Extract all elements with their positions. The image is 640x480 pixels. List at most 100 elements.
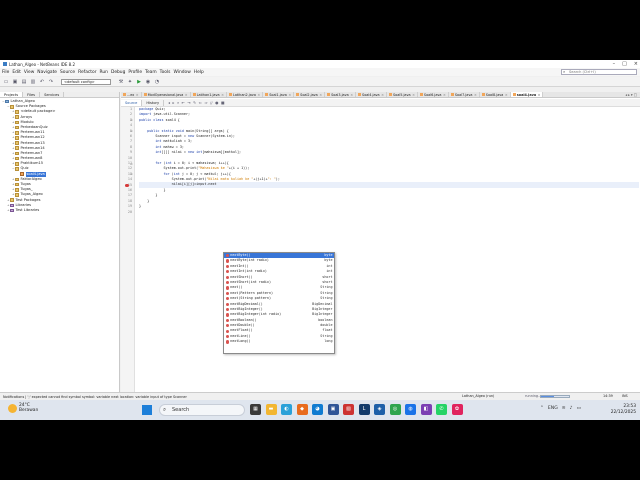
comment-icon[interactable]: // <box>210 100 213 105</box>
completion-item[interactable]: nextLong() long <box>224 339 334 344</box>
find-icon[interactable]: ⌕ <box>177 100 179 105</box>
close-tab-icon[interactable]: × <box>381 92 384 98</box>
prev-occurrence-icon[interactable]: ⇤ <box>182 100 185 105</box>
weather-widget[interactable]: 24°C Berawan <box>8 403 38 413</box>
new-project-icon[interactable]: ▣ <box>12 79 18 85</box>
office-icon[interactable]: ◆ <box>296 404 308 415</box>
menu-profile[interactable]: Profile <box>128 70 142 75</box>
close-tab-icon[interactable]: × <box>505 92 508 98</box>
editor-tab[interactable]: Soal6.java × <box>418 92 449 97</box>
code-completion-popup[interactable]: nextByte() byte nextByte(int radix) byte nex… <box>223 252 335 354</box>
close-tab-icon[interactable]: × <box>319 92 322 98</box>
panel-tab-projects[interactable]: Projects <box>0 92 24 97</box>
close-tab-icon[interactable]: × <box>538 92 541 98</box>
editor-tab[interactable]: Soal7.java × <box>449 92 480 97</box>
editor-tab[interactable]: Soal3.java × <box>325 92 357 98</box>
chrome-icon[interactable]: ◎ <box>389 404 401 415</box>
tree-item[interactable]: + Test Libraries <box>0 208 119 213</box>
pink-app-icon[interactable]: ✿ <box>451 404 463 415</box>
menu-run[interactable]: Run <box>100 70 108 75</box>
chrome-profile-icon[interactable]: ◍ <box>405 404 416 415</box>
clean-build-icon[interactable]: ✦ <box>127 79 133 85</box>
menu-team[interactable]: Team <box>145 70 157 75</box>
undo-icon[interactable]: ↶ <box>39 79 45 85</box>
taskbar-search[interactable]: ⌕ Search <box>159 404 245 416</box>
maximize-icon[interactable]: □ <box>622 61 627 67</box>
close-tab-icon[interactable]: × <box>221 92 224 98</box>
menu-debug[interactable]: Debug <box>111 70 125 75</box>
volume-icon[interactable]: ♪ <box>570 406 573 411</box>
save-all-icon[interactable]: ▥ <box>30 79 36 85</box>
app-icon[interactable]: ▧ <box>343 404 354 415</box>
profile-icon[interactable]: ◔ <box>154 79 160 85</box>
battery-icon[interactable]: ▭ <box>577 406 581 411</box>
panel-tab-services[interactable]: Services <box>40 92 65 97</box>
fold-toggle-icon[interactable]: ⊟ <box>130 118 133 122</box>
run-icon[interactable]: ▶ <box>136 79 142 85</box>
menu-navigate[interactable]: Navigate <box>37 70 57 75</box>
menu-refactor[interactable]: Refactor <box>78 70 96 75</box>
wifi-icon[interactable]: ≋ <box>562 406 566 411</box>
fold-toggle-icon[interactable]: ⊟ <box>130 129 133 133</box>
panel-tab-files[interactable]: Files <box>23 92 41 97</box>
config-select[interactable]: <default config> <box>61 78 111 85</box>
editor-tab[interactable]: Soal2.java × <box>294 92 326 98</box>
clock[interactable]: 23:53 22/12/2025 <box>606 404 636 415</box>
editor-tab[interactable]: Latihan2.java × <box>227 92 264 97</box>
macro-record-icon[interactable]: ● <box>215 100 218 105</box>
menu-view[interactable]: View <box>24 70 34 75</box>
menu-tools[interactable]: Tools <box>160 70 171 75</box>
toggle-highlight-icon[interactable]: ✎ <box>193 100 196 105</box>
next-occurrence-icon[interactable]: ⇥ <box>187 100 190 105</box>
tab-nav-icons[interactable]: ◂▸▾□ <box>625 92 638 98</box>
editor-tab[interactable]: Soal4.java × <box>356 92 387 97</box>
menu-file[interactable]: File <box>2 70 9 75</box>
menu-help[interactable]: Help <box>194 70 204 75</box>
shift-left-icon[interactable]: ⇐ <box>199 100 202 105</box>
tray-chevron-icon[interactable]: ⌃ <box>540 406 544 411</box>
photos-icon[interactable]: ◧ <box>420 404 432 415</box>
learning-app-icon[interactable]: L <box>358 404 370 415</box>
close-tab-icon[interactable]: × <box>136 92 139 98</box>
editor-tab[interactable]: Soal5.java × <box>387 92 418 97</box>
file-explorer-icon[interactable]: ▬ <box>265 404 277 415</box>
menu-source[interactable]: Source <box>60 70 75 75</box>
whatsapp-icon[interactable]: ✆ <box>436 404 447 415</box>
close-tab-icon[interactable]: × <box>288 92 291 98</box>
back-icon[interactable]: ◂ <box>168 100 170 105</box>
error-icon[interactable] <box>125 183 129 188</box>
minimize-icon[interactable]: – <box>613 61 616 67</box>
tab-source[interactable]: Source <box>121 99 143 106</box>
edge-icon[interactable]: ◕ <box>312 404 323 415</box>
language-indicator[interactable]: ENG <box>548 406 558 411</box>
search-input[interactable]: ⌕ Search (Ctrl+I) <box>561 69 637 75</box>
new-file-icon[interactable]: ▭ <box>3 79 9 85</box>
close-tab-icon[interactable]: × <box>350 92 353 98</box>
system-tray[interactable]: ⌃ ENG ≋ ♪ ▭ <box>540 406 581 411</box>
copilot-icon[interactable]: ◐ <box>281 404 292 415</box>
close-tab-icon[interactable]: × <box>443 92 446 98</box>
code-line[interactable] <box>139 209 639 214</box>
editor-tab[interactable]: ModOperasional.java × <box>142 92 191 97</box>
close-tab-icon[interactable]: × <box>474 92 477 98</box>
code-area[interactable]: package Quiz; import java.util.Scanner; pu… <box>139 107 639 215</box>
close-icon[interactable]: × <box>634 61 638 67</box>
close-tab-icon[interactable]: × <box>185 92 188 98</box>
macro-stop-icon[interactable]: ■ <box>221 100 225 105</box>
netbeans-taskbar-icon[interactable]: ◈ <box>374 404 385 415</box>
editor-tab[interactable]: soal4.java × <box>510 92 544 98</box>
editor-tab[interactable]: Latihan1.java × <box>191 92 227 97</box>
open-project-icon[interactable]: ▤ <box>21 79 27 85</box>
build-icon[interactable]: ⚒ <box>118 79 124 85</box>
editor-tab[interactable]: Soal1.java × <box>263 92 295 98</box>
fold-toggle-icon[interactable]: ⊟ <box>130 162 133 166</box>
redo-icon[interactable]: ↷ <box>48 79 54 85</box>
start-button[interactable] <box>142 405 152 415</box>
menu-window[interactable]: Window <box>173 70 190 75</box>
task-view-icon[interactable]: ▦ <box>250 404 261 415</box>
editor-tab[interactable]: Soal8.java × <box>480 92 511 97</box>
debug-icon[interactable]: ◉ <box>145 79 151 85</box>
menu-edit[interactable]: Edit <box>12 70 21 75</box>
fold-toggle-icon[interactable]: ⊟ <box>130 172 133 176</box>
shift-right-icon[interactable]: ⇒ <box>204 100 207 105</box>
